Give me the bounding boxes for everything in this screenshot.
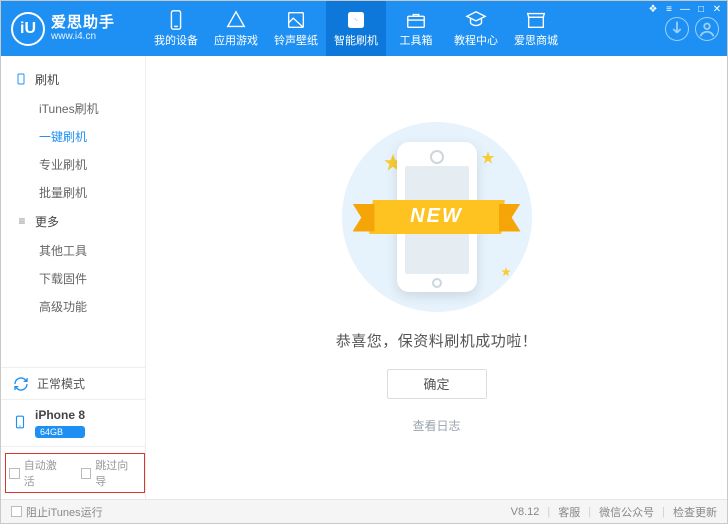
sidebar: 刷机 iTunes刷机 一键刷机 专业刷机 批量刷机 ≡ 更多 其他工具 下载固… (1, 56, 146, 499)
device-name: iPhone 8 (35, 408, 85, 422)
success-illustration: NEW (342, 122, 532, 312)
nav-my-device[interactable]: 我的设备 (146, 1, 206, 56)
refresh-icon (13, 376, 29, 392)
main-panel: NEW 恭喜您，保资料刷机成功啦！ 确定 查看日志 (146, 56, 727, 499)
nav-label: 爱思商城 (514, 32, 558, 48)
window-close-icon[interactable]: ✕ (711, 3, 723, 15)
phone-icon (13, 72, 29, 86)
sidebar-category-flash: 刷机 (1, 64, 145, 94)
nav-label: 教程中心 (454, 32, 498, 48)
new-ribbon: NEW (357, 194, 517, 240)
more-icon: ≡ (13, 214, 29, 228)
sidebar-item-firmware[interactable]: 下载固件 (1, 264, 145, 292)
sidebar-cat1-label: 刷机 (35, 71, 59, 88)
nav-label: 工具箱 (400, 32, 433, 48)
window-max-icon[interactable]: □ (695, 3, 707, 15)
view-log-link[interactable]: 查看日志 (412, 417, 460, 434)
app-header: iU 爱思助手 www.i4.cn 我的设备 应用游戏 铃声壁纸 智能刷机 (1, 1, 727, 56)
device-storage-badge: 64GB (35, 426, 85, 438)
device-phone-icon (13, 412, 27, 435)
block-itunes-checkbox[interactable]: 阻止iTunes运行 (11, 504, 103, 520)
logo-icon: iU (11, 12, 45, 46)
window-menu-icon[interactable]: ≡ (663, 3, 675, 15)
flash-icon (345, 10, 367, 30)
nav-tutorials[interactable]: 教程中心 (446, 1, 506, 56)
toolbox-icon (405, 10, 427, 30)
sidebar-item-tools[interactable]: 其他工具 (1, 236, 145, 264)
nav-toolbox[interactable]: 工具箱 (386, 1, 446, 56)
nav-apps[interactable]: 应用游戏 (206, 1, 266, 56)
app-logo: iU 爱思助手 www.i4.cn (1, 1, 146, 56)
nav-ringtones[interactable]: 铃声壁纸 (266, 1, 326, 56)
nav-flash[interactable]: 智能刷机 (326, 1, 386, 56)
wechat-link[interactable]: 微信公众号 (599, 504, 654, 520)
version-label: V8.12 (511, 506, 540, 518)
status-bar: 阻止iTunes运行 V8.12 | 客服 | 微信公众号 | 检查更新 (1, 499, 727, 523)
skip-guide-checkbox[interactable]: 跳过向导 (81, 457, 139, 489)
window-min-icon[interactable]: — (679, 3, 691, 15)
nav-label: 智能刷机 (334, 32, 378, 48)
nav-label: 铃声壁纸 (274, 32, 318, 48)
star-icon (500, 266, 512, 278)
nav-label: 应用游戏 (214, 32, 258, 48)
sidebar-category-more: ≡ 更多 (1, 206, 145, 236)
download-button[interactable] (665, 17, 689, 41)
window-skin-icon[interactable]: ❖ (647, 3, 659, 15)
logo-url: www.i4.cn (51, 31, 115, 42)
support-link[interactable]: 客服 (558, 504, 580, 520)
mode-label: 正常模式 (37, 375, 85, 392)
wallpaper-icon (285, 10, 307, 30)
auto-activate-checkbox[interactable]: 自动激活 (9, 457, 67, 489)
sidebar-cat2-label: 更多 (35, 213, 59, 230)
device-mode[interactable]: 正常模式 (1, 368, 145, 400)
star-icon (480, 150, 496, 166)
ok-button[interactable]: 确定 (387, 369, 487, 399)
success-message: 恭喜您，保资料刷机成功啦！ (336, 330, 538, 351)
nav-store[interactable]: 爱思商城 (506, 1, 566, 56)
top-nav: 我的设备 应用游戏 铃声壁纸 智能刷机 工具箱 教程中心 (146, 1, 657, 56)
tutorial-icon (465, 10, 487, 30)
sidebar-item-itunes[interactable]: iTunes刷机 (1, 94, 145, 122)
user-button[interactable] (695, 17, 719, 41)
nav-label: 我的设备 (154, 32, 198, 48)
highlighted-options: 自动激活 跳过向导 (5, 453, 145, 493)
sidebar-item-pro[interactable]: 专业刷机 (1, 150, 145, 178)
device-icon (165, 10, 187, 30)
sidebar-item-advanced[interactable]: 高级功能 (1, 292, 145, 320)
sidebar-item-oneclick[interactable]: 一键刷机 (1, 122, 145, 150)
sidebar-item-batch[interactable]: 批量刷机 (1, 178, 145, 206)
check-update-link[interactable]: 检查更新 (673, 504, 717, 520)
logo-title: 爱思助手 (51, 15, 115, 32)
store-icon (525, 10, 547, 30)
device-info[interactable]: iPhone 8 64GB (1, 400, 145, 446)
window-controls: ❖ ≡ — □ ✕ (647, 3, 723, 15)
apps-icon (225, 10, 247, 30)
ribbon-text: NEW (410, 205, 463, 228)
